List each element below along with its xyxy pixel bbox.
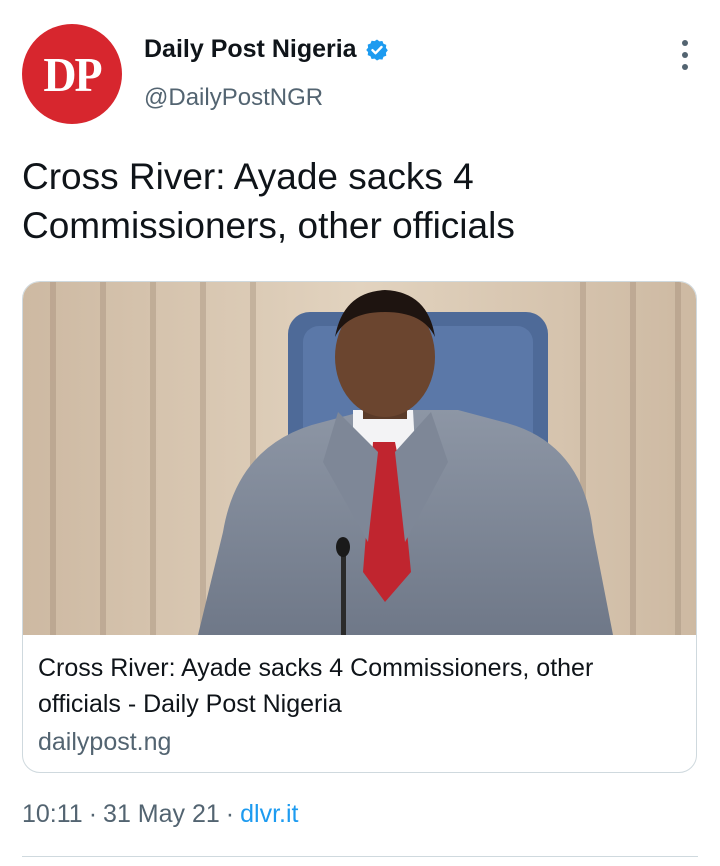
author-name-row: Daily Post Nigeria: [144, 35, 389, 64]
tweet-time[interactable]: 10:11: [22, 800, 83, 829]
card-image[interactable]: [23, 282, 696, 635]
divider: [22, 856, 698, 857]
meta-separator: ·: [88, 800, 98, 828]
meta-separator: ·: [225, 800, 235, 828]
tweet-date[interactable]: 31 May 21: [103, 800, 220, 829]
more-dot: [682, 64, 688, 70]
avatar[interactable]: DP: [22, 24, 122, 124]
verified-badge-icon: [365, 38, 389, 62]
more-options-icon[interactable]: [680, 40, 690, 70]
link-card[interactable]: Cross River: Ayade sacks 4 Commissioners…: [22, 281, 697, 773]
source-link[interactable]: dlvr.it: [240, 800, 298, 829]
tweet-text: Cross River: Ayade sacks 4 Commissioners…: [22, 156, 515, 246]
more-dot: [682, 52, 688, 58]
tweet: DP Daily Post Nigeria @DailyPostNGR Cros…: [0, 0, 720, 866]
portrait-photo-icon: [23, 282, 696, 635]
more-dot: [682, 40, 688, 46]
display-name[interactable]: Daily Post Nigeria: [144, 35, 357, 64]
avatar-logo-text: DP: [43, 47, 102, 101]
card-title: Cross River: Ayade sacks 4 Commissioners…: [38, 654, 594, 718]
user-handle[interactable]: @DailyPostNGR: [144, 84, 323, 112]
tweet-meta: 10:11 · 31 May 21 · dlvr.it: [22, 800, 298, 829]
card-domain: dailypost.ng: [38, 728, 172, 756]
